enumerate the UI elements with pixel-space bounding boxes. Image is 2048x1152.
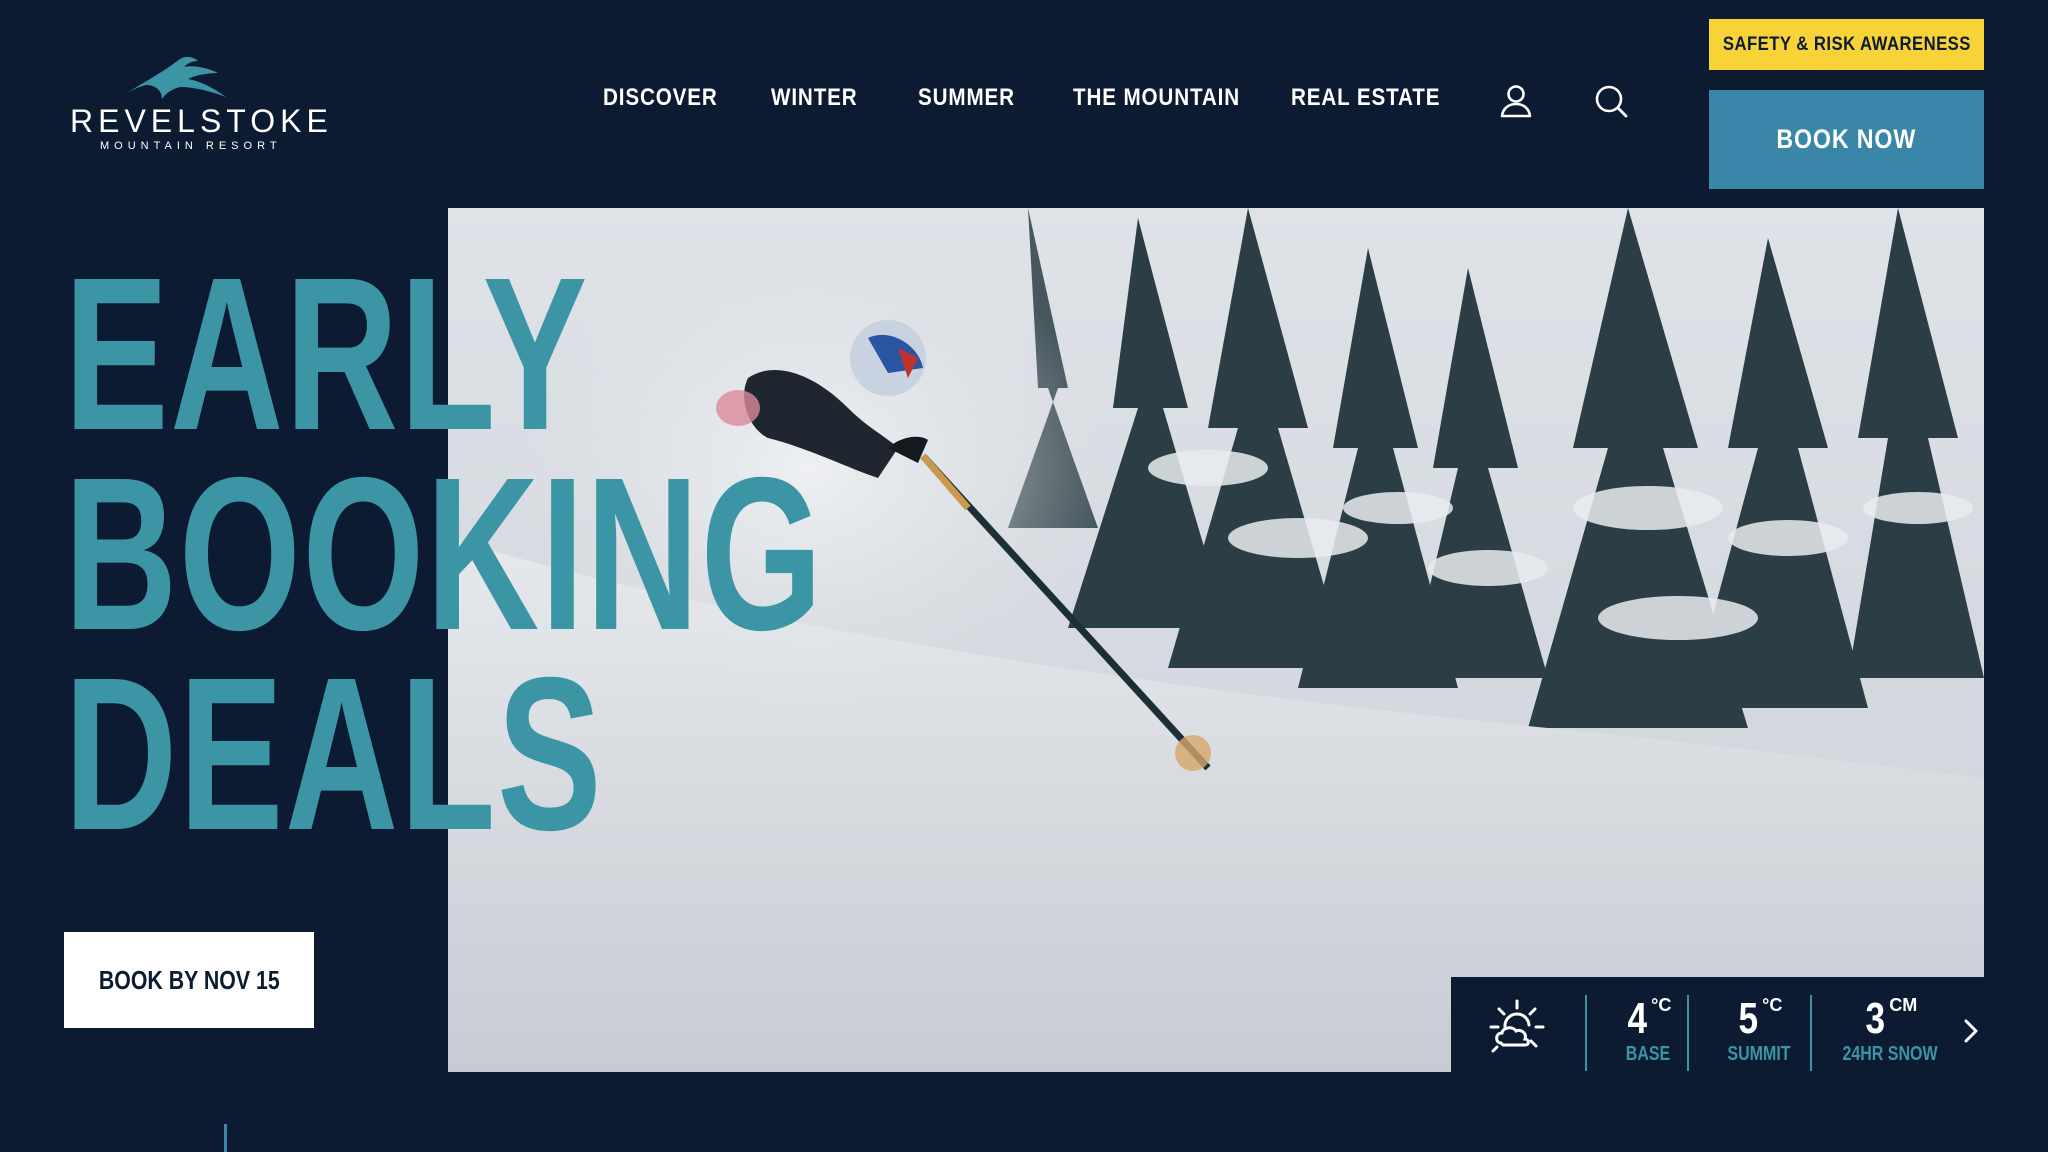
- weather-snow: 3 CM 24HR SNOW: [1823, 994, 1957, 1066]
- weather-divider: [1810, 995, 1812, 1071]
- snow-unit: CM: [1889, 995, 1918, 1015]
- safety-button-label: SAFETY & RISK AWARENESS: [1722, 33, 1971, 55]
- nav-item-the-mountain[interactable]: THE MOUNTAIN: [1073, 84, 1260, 112]
- mountain-logo-icon: [124, 56, 226, 99]
- weather-widget[interactable]: 4 °C BASE 5 °C SUMMIT 3 CM 24HR SNOW: [1451, 977, 1984, 1072]
- weather-divider: [1585, 995, 1587, 1071]
- logo-tagline: MOUNTAIN RESORT: [100, 140, 282, 152]
- summit-label: SUMMIT: [1727, 1043, 1791, 1065]
- snow-value: 3: [1865, 994, 1885, 1043]
- base-label: BASE: [1625, 1043, 1671, 1065]
- logo-wordmark: REVELSTOKE: [70, 103, 333, 139]
- snow-label: 24HR SNOW: [1842, 1043, 1938, 1065]
- search-icon: [1595, 85, 1628, 118]
- weather-summit: 5 °C SUMMIT: [1703, 994, 1815, 1066]
- chevron-right-icon[interactable]: [1961, 1017, 1981, 1045]
- main-nav: DISCOVER WINTER SUMMER THE MOUNTAIN REAL…: [603, 84, 1451, 112]
- summit-temp-value: 5: [1738, 994, 1758, 1043]
- resort-logo[interactable]: REVELSTOKE MOUNTAIN RESORT: [70, 55, 328, 155]
- hero-headline: EARLY BOOKING DEALS: [64, 233, 825, 876]
- weather-base: 4 °C BASE: [1603, 994, 1693, 1066]
- search-button[interactable]: [1592, 82, 1630, 120]
- partly-sunny-icon: [1489, 999, 1545, 1053]
- book-by-label: BOOK BY NOV 15: [98, 964, 280, 995]
- summit-temp-unit: °C: [1762, 995, 1783, 1015]
- headline-line-1: EARLY: [64, 233, 589, 476]
- nav-item-summer[interactable]: SUMMER: [918, 84, 1051, 112]
- base-temp-value: 4: [1627, 994, 1647, 1043]
- account-button[interactable]: [1497, 82, 1535, 120]
- book-now-label: BOOK NOW: [1776, 124, 1917, 154]
- scroll-indicator: [224, 1124, 227, 1152]
- headline-line-3: DEALS: [64, 633, 604, 876]
- safety-risk-awareness-button[interactable]: SAFETY & RISK AWARENESS: [1709, 19, 1984, 70]
- nav-item-real-estate[interactable]: REAL ESTATE: [1291, 84, 1440, 112]
- nav-item-discover[interactable]: DISCOVER: [603, 84, 747, 112]
- weather-divider: [1687, 995, 1689, 1071]
- user-icon: [1500, 85, 1532, 118]
- book-now-button[interactable]: BOOK NOW: [1709, 90, 1984, 189]
- book-by-button[interactable]: BOOK BY NOV 15: [64, 932, 314, 1028]
- headline-line-2: BOOKING: [64, 433, 825, 676]
- base-temp-unit: °C: [1651, 995, 1672, 1015]
- nav-item-winter[interactable]: WINTER: [771, 84, 897, 112]
